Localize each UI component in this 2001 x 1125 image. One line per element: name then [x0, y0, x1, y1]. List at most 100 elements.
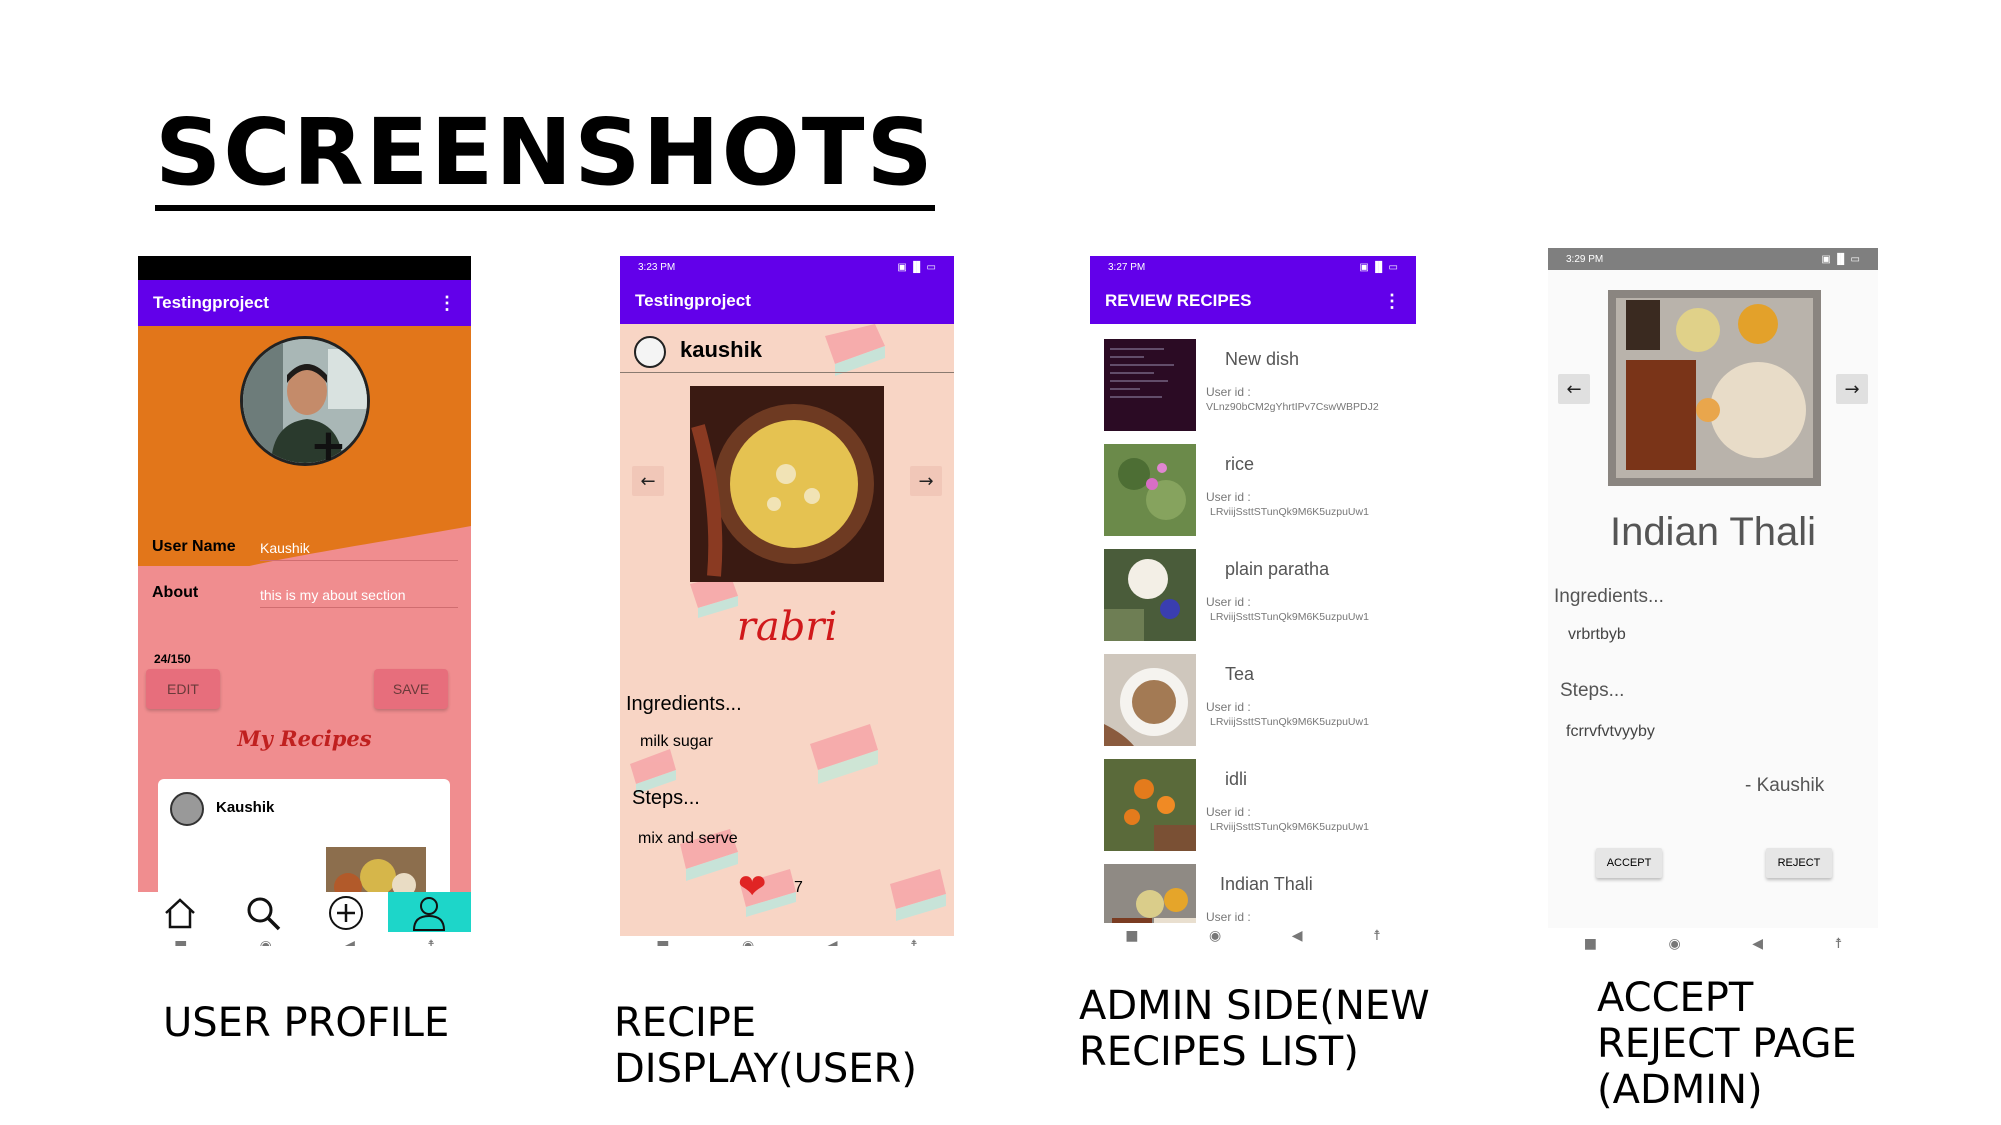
prev-arrow-icon[interactable]: ←	[632, 466, 664, 496]
next-arrow-icon[interactable]: →	[1836, 374, 1868, 404]
status-bar: 3:23 PM ▣ ▐▌ ▭	[620, 256, 954, 278]
review-item[interactable]: Indian Thali User id :	[1090, 864, 1416, 923]
steps-text: fcrrvfvtvyyby	[1566, 723, 1655, 740]
recipe-name: rice	[1225, 454, 1255, 474]
profile-icon	[413, 897, 446, 931]
user-name-field[interactable]: Kaushik	[260, 540, 458, 561]
recipe-image	[690, 386, 884, 582]
steps-label: Steps...	[632, 787, 700, 809]
review-item[interactable]: New dish User id : VLnz90bCM2gYhrtIPv7Cs…	[1090, 339, 1416, 444]
status-icons: ▣ ▐▌ ▭	[897, 261, 936, 273]
back-icon[interactable]: ◀	[1752, 936, 1763, 952]
recents-icon[interactable]: ■	[1125, 928, 1138, 944]
accept-screen: 3:29 PM ▣ ▐▌ ▭ ← → Indian Thali Ingredie…	[1548, 248, 1878, 928]
android-nav-bar: ■ ◉ ◀ ☨	[1548, 932, 1878, 956]
home-button-icon[interactable]: ◉	[1669, 936, 1681, 952]
caption-line: REJECT PAGE	[1597, 1021, 1857, 1067]
author-row[interactable]: kaushik	[620, 324, 954, 373]
add-photo-icon[interactable]: +	[310, 424, 347, 468]
review-item[interactable]: rice User id : LRviijSsttSTunQk9M6K5uzpu…	[1090, 444, 1416, 549]
recipe-image	[1608, 290, 1821, 486]
accessibility-icon[interactable]: ☨	[1835, 936, 1843, 952]
ingredients-text: vrbrtbyb	[1568, 626, 1626, 643]
app-title: REVIEW RECIPES	[1105, 291, 1252, 310]
caption-line: DISPLAY(USER)	[614, 1046, 917, 1092]
caption-line: USER PROFILE	[163, 1000, 450, 1046]
recipe-thumbnail	[1104, 864, 1196, 923]
recipe-thumbnail	[1104, 759, 1196, 851]
recipe-screen: 3:23 PM ▣ ▐▌ ▭ Testingproject kaushik ← …	[620, 256, 954, 936]
home-button-icon[interactable]: ◉	[742, 938, 754, 946]
edit-button[interactable]: EDIT	[146, 669, 220, 709]
admin-review-list-screenshot: 3:27 PM ▣ ▐▌ ▭ REVIEW RECIPES ⋮ New dish…	[1090, 256, 1416, 956]
status-icons: ▣ ▐▌ ▭	[1821, 253, 1860, 265]
caption-line: RECIPE	[614, 1000, 757, 1046]
nav-home[interactable]	[138, 892, 221, 932]
card-author: Kaushik	[216, 799, 275, 816]
accessibility-icon[interactable]: ☨	[910, 938, 918, 946]
next-arrow-icon[interactable]: →	[910, 466, 942, 496]
back-icon[interactable]: ◀	[827, 938, 838, 946]
accept-reject-screenshot: 3:29 PM ▣ ▐▌ ▭ ← → Indian Thali Ingredie…	[1548, 248, 1878, 960]
nav-profile[interactable]	[387, 892, 471, 932]
caption-line: ACCEPT	[1597, 975, 1754, 1021]
status-bar: 3:27 PM ▣ ▐▌ ▭	[1090, 256, 1416, 278]
app-bar: REVIEW RECIPES ⋮	[1090, 278, 1416, 324]
review-item[interactable]: idli User id : LRviijSsttSTunQk9M6K5uzpu…	[1090, 759, 1416, 864]
caption-line: ADMIN SIDE(NEW	[1079, 983, 1430, 1029]
accessibility-icon[interactable]: ☨	[427, 938, 435, 946]
user-name-label: User Name	[152, 538, 236, 555]
accessibility-icon[interactable]: ☨	[1373, 928, 1381, 944]
app-title: Testingproject	[635, 291, 751, 310]
about-label: About	[152, 584, 199, 601]
home-button-icon[interactable]: ◉	[1209, 928, 1221, 944]
home-icon	[164, 898, 195, 929]
review-item[interactable]: Tea User id : LRviijSsttSTunQk9M6K5uzpuU…	[1090, 654, 1416, 759]
recents-icon[interactable]: ■	[1584, 936, 1597, 952]
steps-label: Steps...	[1560, 680, 1625, 701]
recents-icon[interactable]: ■	[174, 938, 187, 946]
status-time: 3:29 PM	[1566, 253, 1604, 265]
steps-text: mix and serve	[638, 830, 738, 847]
user-id-label: User id :	[1206, 700, 1251, 714]
status-time: 3:27 PM	[1108, 261, 1146, 273]
about-field[interactable]: this is my about section	[260, 587, 458, 608]
android-nav-bar: ■ ◉ ◀ ☨	[620, 934, 954, 946]
back-icon[interactable]: ◀	[344, 938, 355, 946]
recipe-card[interactable]: Kaushik	[158, 779, 450, 909]
app-bar: Testingproject ⋮	[138, 280, 471, 326]
search-icon	[247, 897, 281, 931]
recipe-name: rabri	[736, 604, 838, 650]
review-item[interactable]: plain paratha User id : LRviijSsttSTunQk…	[1090, 549, 1416, 654]
user-id-value: LRviijSsttSTunQk9M6K5uzpuUw1	[1210, 611, 1369, 623]
add-circle-icon	[329, 896, 364, 930]
caption-user-profile: USER PROFILE	[163, 1000, 449, 1046]
recipe-name: Tea	[1225, 664, 1255, 684]
reject-button[interactable]: REJECT	[1766, 848, 1832, 878]
app-title: Testingproject	[153, 293, 269, 312]
home-button-icon[interactable]: ◉	[260, 938, 272, 946]
author-avatar	[634, 336, 666, 368]
recipe-name: plain paratha	[1225, 559, 1330, 579]
caption-line: RECIPES LIST)	[1079, 1029, 1359, 1075]
overflow-menu-icon[interactable]: ⋮	[438, 293, 456, 314]
accept-button[interactable]: ACCEPT	[1596, 848, 1662, 878]
nav-search[interactable]	[221, 892, 304, 932]
prev-arrow-icon[interactable]: ←	[1558, 374, 1590, 404]
app-bar: Testingproject	[620, 278, 954, 324]
like-heart-icon[interactable]: ❤	[738, 870, 767, 904]
like-count: 7	[794, 879, 803, 896]
recipe-name: New dish	[1225, 349, 1300, 369]
ingredients-label: Ingredients...	[626, 693, 742, 715]
save-button[interactable]: SAVE	[374, 669, 448, 709]
status-time: 3:23 PM	[638, 261, 676, 273]
recents-icon[interactable]: ■	[656, 938, 669, 946]
avatar[interactable]	[240, 336, 370, 466]
status-icons: ▣ ▐▌ ▭	[1359, 261, 1398, 273]
nav-add[interactable]	[305, 892, 388, 932]
back-icon[interactable]: ◀	[1292, 928, 1303, 944]
user-id-value: LRviijSsttSTunQk9M6K5uzpuUw1	[1210, 506, 1369, 518]
user-id-value: VLnz90bCM2gYhrtIPv7CswWBPDJ2	[1206, 401, 1379, 413]
recipe-thumbnail	[1104, 444, 1196, 536]
overflow-menu-icon[interactable]: ⋮	[1383, 291, 1401, 312]
